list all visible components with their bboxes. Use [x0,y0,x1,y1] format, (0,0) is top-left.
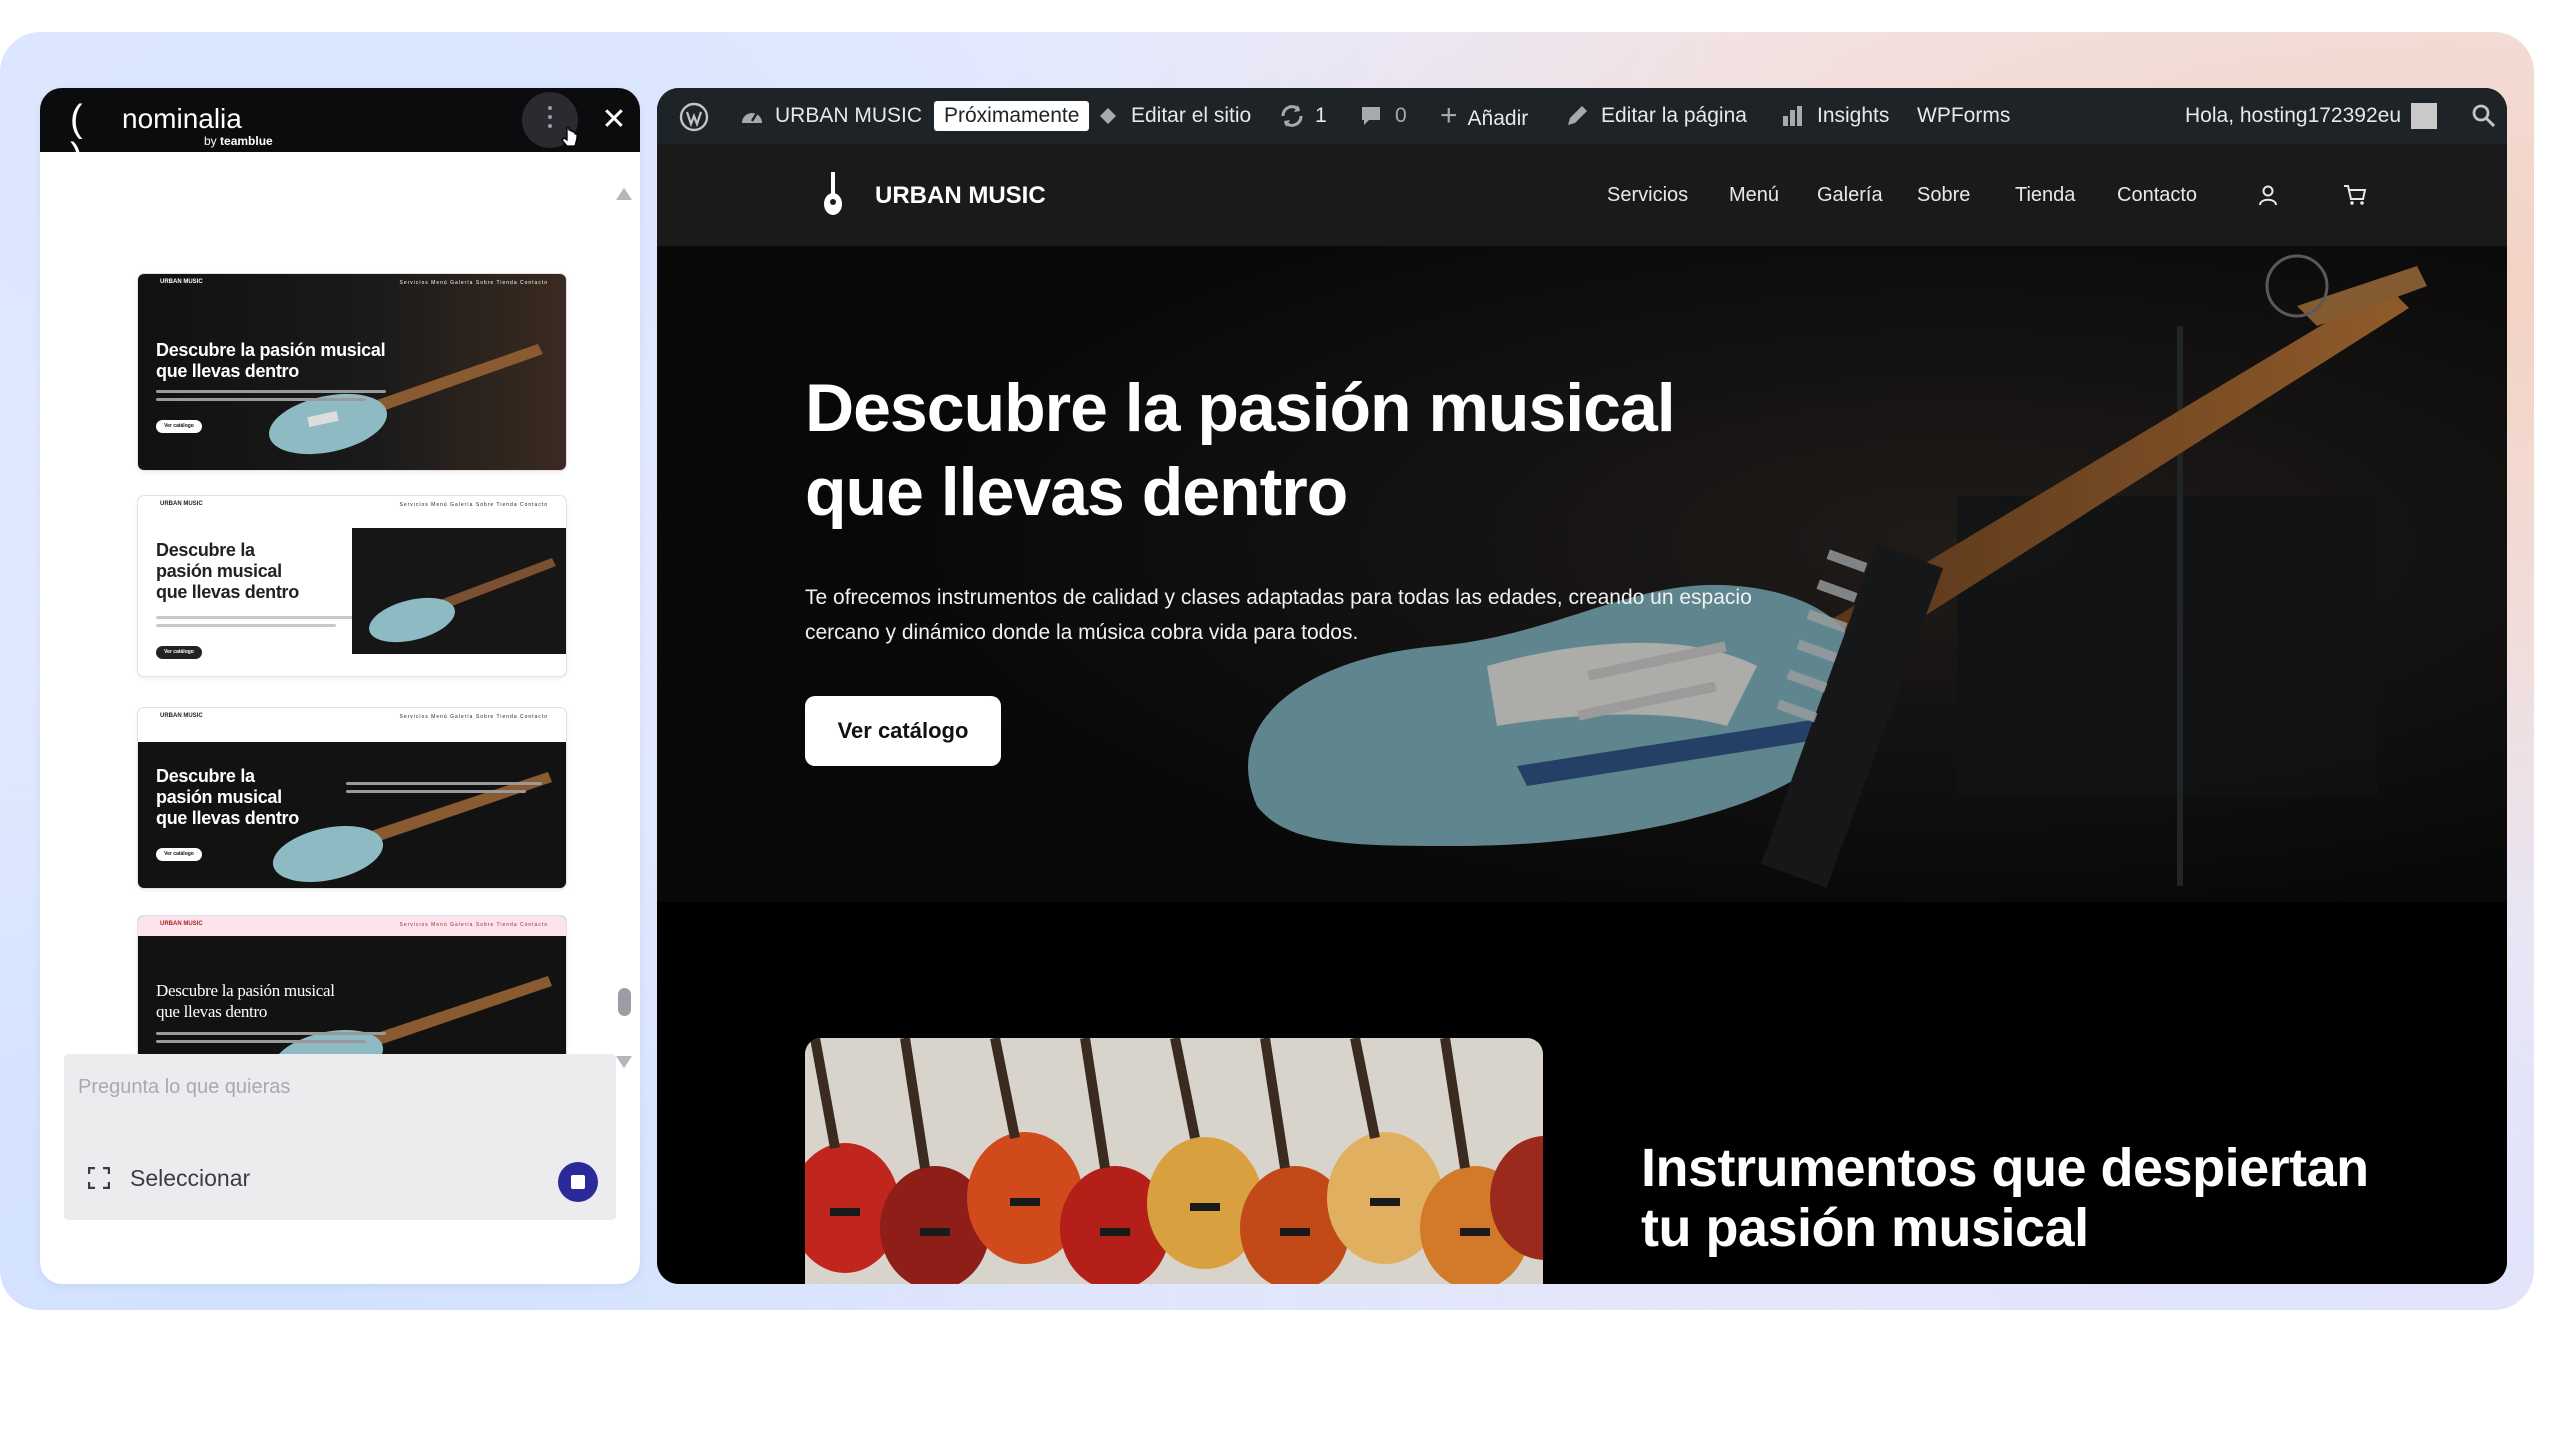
thumb-button: Ver catálogo [156,848,202,861]
wp-account[interactable]: Hola, hosting172392eu [2185,88,2438,144]
wp-insights-label: Insights [1817,104,1890,127]
chat-input-box[interactable]: Pregunta lo que quieras Seleccionar [64,1054,616,1220]
thumb-text-line [156,390,386,393]
cart-icon[interactable] [2343,184,2367,206]
hero-text: Te ofrecemos instrumentos de calidad y c… [805,586,1752,644]
wp-admin-bar: URBAN MUSIC Próximamente Editar el sitio… [657,88,2507,144]
thumb-text-line [156,616,356,619]
site-header: URBAN MUSIC Servicios Menú Galería Sobre… [657,144,2507,246]
comments-icon [1362,107,1380,126]
logo-byline: by teamblue [204,134,273,148]
thumb-button: Ver catálogo [156,420,202,433]
byline-prefix: by [204,134,217,148]
thumb-links: Servicios Menú Galería Sobre Tienda Cont… [399,714,548,720]
thumb-nav: URBAN MUSIC Servicios Menú Galería Sobre… [138,496,566,516]
section-title: Instrumentos que despiertan tu pasión mu… [1641,1138,2369,1258]
scroll-up-arrow[interactable] [616,188,632,200]
assistant-header: ( ) nominalia by teamblue ✕ [40,88,640,176]
wp-site-link[interactable]: URBAN MUSIC [739,88,922,144]
wp-insights[interactable]: Insights [1781,88,1889,144]
pencil-icon [1568,106,1587,126]
nav-galeria[interactable]: Galería [1817,144,1883,246]
design-option-3[interactable]: URBAN MUSIC Servicios Menú Galería Sobre… [138,708,566,888]
wp-edit-page-label: Editar la página [1601,104,1747,127]
dashboard-icon [742,112,762,124]
thumb-text-line [156,1040,366,1043]
wp-updates-count: 1 [1315,104,1327,127]
guitar-thumb-image [352,528,566,654]
thumb-title: Descubre la pasión musical que llevas de… [156,540,299,602]
wp-edit-site[interactable]: Editar el sitio [1095,88,1251,144]
thumb-brand: URBAN MUSIC [160,713,203,719]
plus-icon: + [1440,99,1458,132]
site-brand-name: URBAN MUSIC [875,182,1046,209]
thumb-text-line [346,782,542,785]
wp-edit-site-label: Editar el sitio [1131,104,1252,127]
cursor-icon [561,127,578,147]
guitar-icon [824,172,842,215]
thumb-nav: URBAN MUSIC Servicios Menú Galería Sobre… [138,916,566,936]
wp-comments[interactable]: 0 [1359,88,1407,144]
updates-icon [1281,105,1303,128]
thumb-links: Servicios Menú Galería Sobre Tienda Cont… [399,280,548,286]
thumb-nav: URBAN MUSIC Servicios Menú Galería Sobre… [138,274,566,294]
user-icon[interactable] [2257,184,2279,206]
hero-guitar-image [657,246,2507,902]
wp-greeting: Hola, hosting172392eu [2185,104,2402,127]
search-icon[interactable] [2471,103,2497,129]
thumb-text-line [346,790,526,793]
insights-icon [1783,106,1802,127]
thumb-links: Servicios Menú Galería Sobre Tienda Cont… [399,922,548,928]
stop-icon[interactable] [558,1162,598,1202]
thumb-links: Servicios Menú Galería Sobre Tienda Cont… [399,502,548,508]
nav-menu[interactable]: Menú [1729,144,1779,246]
hero-title: Descubre la pasión musical que llevas de… [805,370,1676,530]
coming-soon-badge[interactable]: Próximamente [934,101,1090,131]
byline-brand: teamblue [220,134,273,148]
assistant-panel: ( ) nominalia by teamblue ✕ URBAN MUSIC … [40,88,640,1284]
scroll-down-arrow[interactable] [616,1056,632,1068]
thumb-brand: URBAN MUSIC [160,921,203,927]
design-thumbnails: URBAN MUSIC Servicios Menú Galería Sobre… [40,152,640,1086]
nav-servicios[interactable]: Servicios [1607,144,1688,246]
thumb-text-line [156,398,366,401]
thumb-text-line [156,1032,386,1035]
avatar [2411,103,2438,130]
chat-input-placeholder[interactable]: Pregunta lo que quieras [78,1076,290,1099]
wp-edit-page[interactable]: Editar la página [1565,88,1747,144]
design-option-1[interactable]: URBAN MUSIC Servicios Menú Galería Sobre… [138,274,566,470]
edit-site-icon [1099,108,1116,126]
wp-add-new[interactable]: + Añadir [1440,88,1528,144]
nav-tienda[interactable]: Tienda [2015,144,2075,246]
thumb-title: Descubre la pasión musical que llevas de… [156,981,335,1021]
app-frame: ( ) nominalia by teamblue ✕ URBAN MUSIC … [0,32,2534,1310]
nav-contacto[interactable]: Contacto [2117,144,2197,246]
wp-comments-count: 0 [1395,104,1407,127]
close-icon[interactable]: ✕ [594,100,634,140]
logo-wordmark: nominalia [122,103,242,134]
wp-site-name: URBAN MUSIC [775,104,923,127]
thumb-text-line [156,624,336,627]
wordpress-icon[interactable] [679,102,709,132]
thumb-brand: URBAN MUSIC [160,501,203,507]
thumb-brand: URBAN MUSIC [160,279,203,285]
thumb-nav: URBAN MUSIC Servicios Menú Galería Sobre… [138,708,566,728]
thumb-title: Descubre la pasión musical que llevas de… [156,340,386,381]
wp-add-label: Añadir [1467,107,1529,130]
site-preview: URBAN MUSIC Próximamente Editar el sitio… [657,88,2507,1284]
scrollbar-thumb[interactable] [618,988,631,1016]
hero-section: Descubre la pasión musical que llevas de… [657,246,2507,902]
select-icon [88,1167,110,1189]
wp-wpforms[interactable]: WPForms [1917,88,2010,144]
design-option-2[interactable]: URBAN MUSIC Servicios Menú Galería Sobre… [138,496,566,676]
wp-updates[interactable]: 1 [1279,88,1327,144]
nav-sobre[interactable]: Sobre [1917,144,1970,246]
guitars-wall-image [805,1038,1543,1284]
select-button-label: Seleccionar [130,1165,251,1191]
thumb-title: Descubre la pasión musical que llevas de… [156,766,299,828]
catalog-button[interactable]: Ver catálogo [805,696,1001,766]
thumb-button: Ver catálogo [156,646,202,659]
instruments-section: Instrumentos que despiertan tu pasión mu… [657,902,2507,1284]
